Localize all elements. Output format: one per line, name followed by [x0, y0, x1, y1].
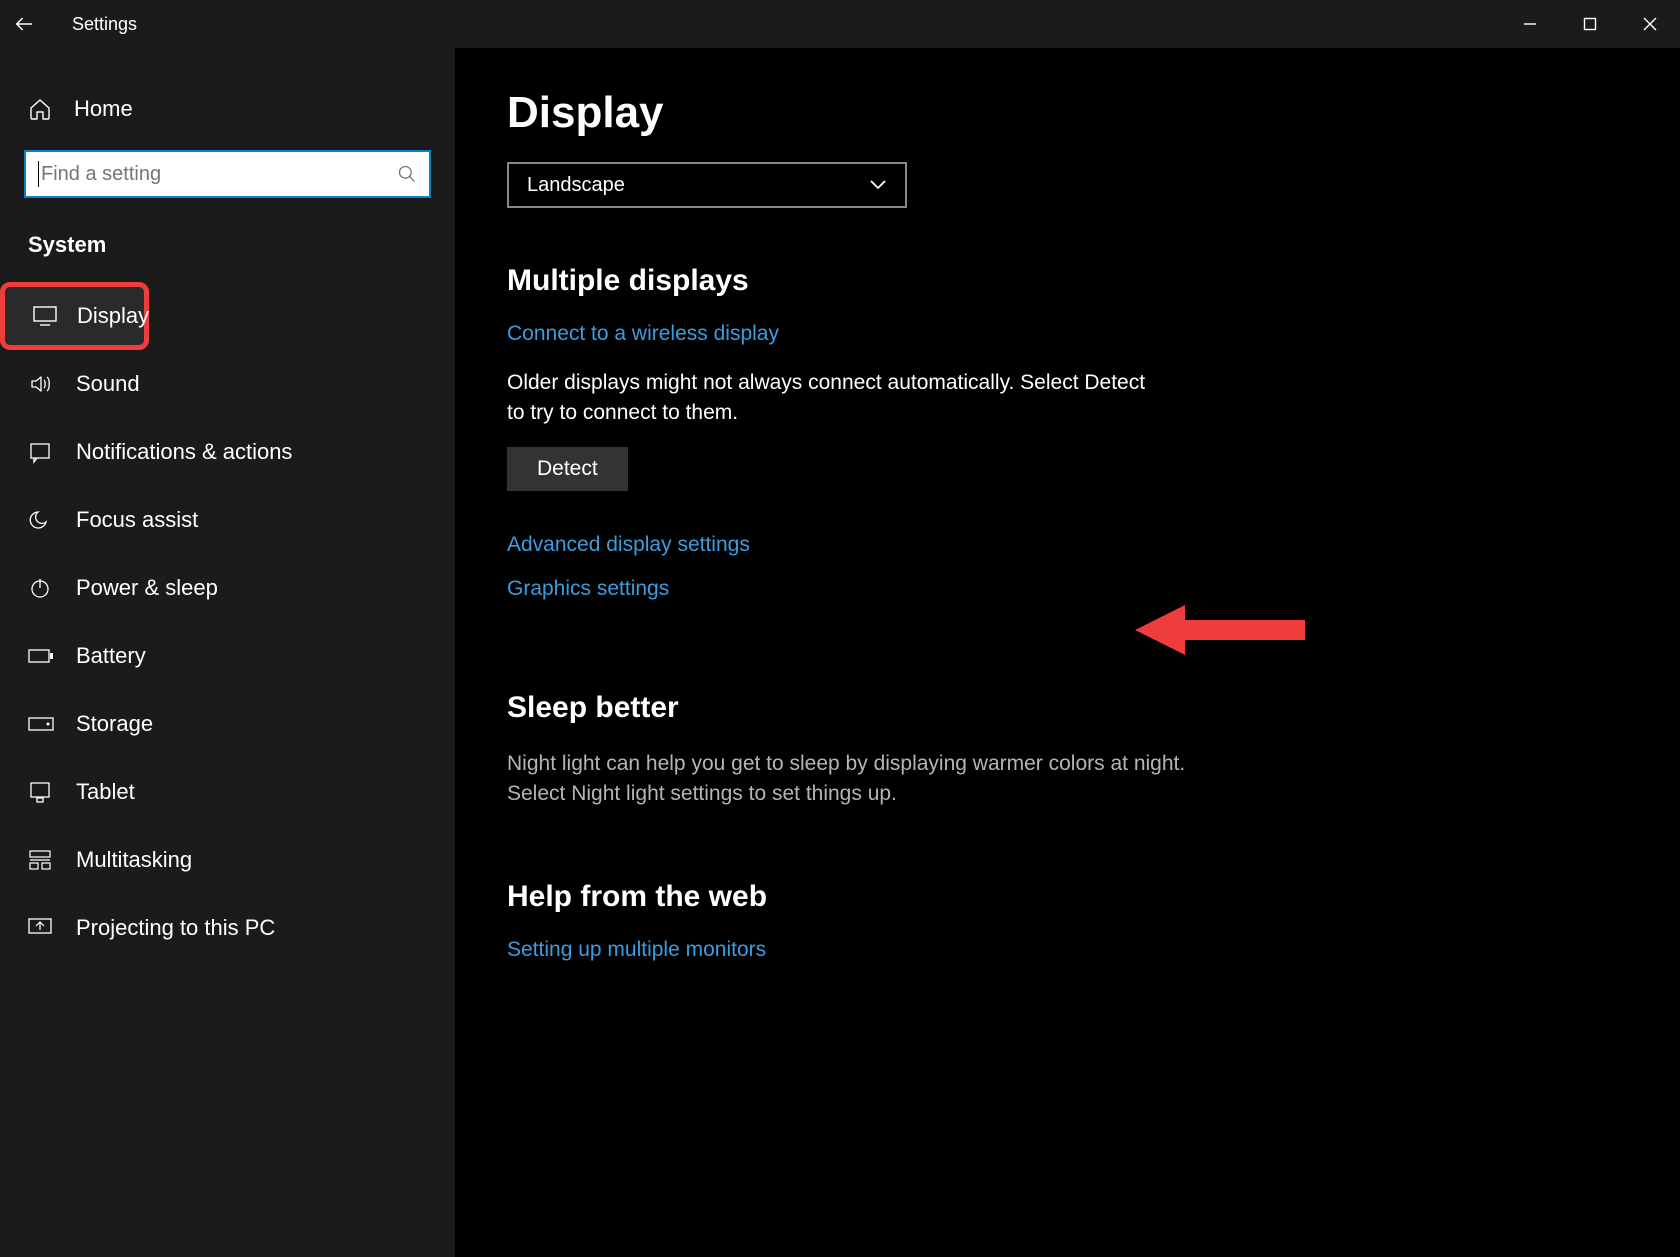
- dropdown-value: Landscape: [527, 174, 625, 197]
- battery-icon: [28, 648, 56, 664]
- sidebar-item-tablet[interactable]: Tablet: [0, 758, 455, 826]
- sidebar-item-label: Storage: [76, 711, 153, 737]
- annotation-arrow: [1135, 600, 1315, 660]
- sidebar-item-label: Focus assist: [76, 507, 198, 533]
- page-title: Display: [507, 88, 1628, 138]
- sidebar-item-label: Multitasking: [76, 847, 192, 873]
- window-title: Settings: [72, 14, 137, 35]
- sidebar-item-notifications[interactable]: Notifications & actions: [0, 418, 455, 486]
- notifications-icon: [28, 440, 56, 464]
- sidebar-item-label: Tablet: [76, 779, 135, 805]
- sidebar-item-label: Battery: [76, 643, 146, 669]
- sidebar-item-label: Notifications & actions: [76, 439, 292, 465]
- close-icon: [1643, 17, 1657, 31]
- search-icon: [397, 164, 417, 184]
- home-label: Home: [74, 96, 133, 122]
- help-multiple-monitors-link[interactable]: Setting up multiple monitors: [507, 938, 1628, 962]
- tablet-icon: [28, 780, 56, 804]
- older-displays-text: Older displays might not always connect …: [507, 368, 1167, 429]
- home-nav[interactable]: Home: [0, 80, 455, 138]
- section-header: System: [0, 198, 455, 272]
- sidebar-item-display[interactable]: Display: [0, 282, 149, 350]
- multitasking-icon: [28, 848, 56, 872]
- sidebar: Home System Display: [0, 48, 455, 1257]
- sleep-text: Night light can help you get to sleep by…: [507, 749, 1247, 810]
- sidebar-item-power-sleep[interactable]: Power & sleep: [0, 554, 455, 622]
- sidebar-item-label: Projecting to this PC: [76, 915, 275, 941]
- power-icon: [28, 576, 56, 600]
- sidebar-item-battery[interactable]: Battery: [0, 622, 455, 690]
- back-button[interactable]: [0, 0, 48, 48]
- sidebar-item-label: Sound: [76, 371, 140, 397]
- sidebar-item-sound[interactable]: Sound: [0, 350, 455, 418]
- multiple-displays-heading: Multiple displays: [507, 264, 1628, 298]
- search-box[interactable]: [24, 150, 431, 198]
- sound-icon: [28, 372, 56, 396]
- connect-wireless-link[interactable]: Connect to a wireless display: [507, 322, 1628, 346]
- sidebar-item-label: Power & sleep: [76, 575, 218, 601]
- maximize-button[interactable]: [1560, 0, 1620, 48]
- sidebar-item-multitasking[interactable]: Multitasking: [0, 826, 455, 894]
- arrow-left-icon: [13, 13, 35, 35]
- close-button[interactable]: [1620, 0, 1680, 48]
- orientation-dropdown[interactable]: Landscape: [507, 162, 907, 208]
- display-icon: [33, 306, 57, 326]
- detect-button[interactable]: Detect: [507, 447, 628, 491]
- advanced-display-link[interactable]: Advanced display settings: [507, 533, 1628, 557]
- sleep-better-heading: Sleep better: [507, 691, 1628, 725]
- sidebar-item-focus-assist[interactable]: Focus assist: [0, 486, 455, 554]
- graphics-settings-link[interactable]: Graphics settings: [507, 577, 1628, 601]
- sidebar-item-storage[interactable]: Storage: [0, 690, 455, 758]
- content-area: Display Landscape Multiple displays Conn…: [455, 48, 1680, 1257]
- maximize-icon: [1583, 17, 1597, 31]
- chevron-down-icon: [869, 179, 887, 191]
- sidebar-item-projecting[interactable]: Projecting to this PC: [0, 894, 455, 962]
- minimize-button[interactable]: [1500, 0, 1560, 48]
- help-heading: Help from the web: [507, 880, 1628, 914]
- minimize-icon: [1523, 17, 1537, 31]
- moon-icon: [28, 508, 56, 532]
- search-input[interactable]: [41, 163, 397, 186]
- titlebar: Settings: [0, 0, 1680, 48]
- storage-icon: [28, 717, 56, 731]
- projecting-icon: [28, 918, 56, 938]
- sidebar-item-label: Display: [77, 303, 149, 329]
- home-icon: [28, 97, 56, 121]
